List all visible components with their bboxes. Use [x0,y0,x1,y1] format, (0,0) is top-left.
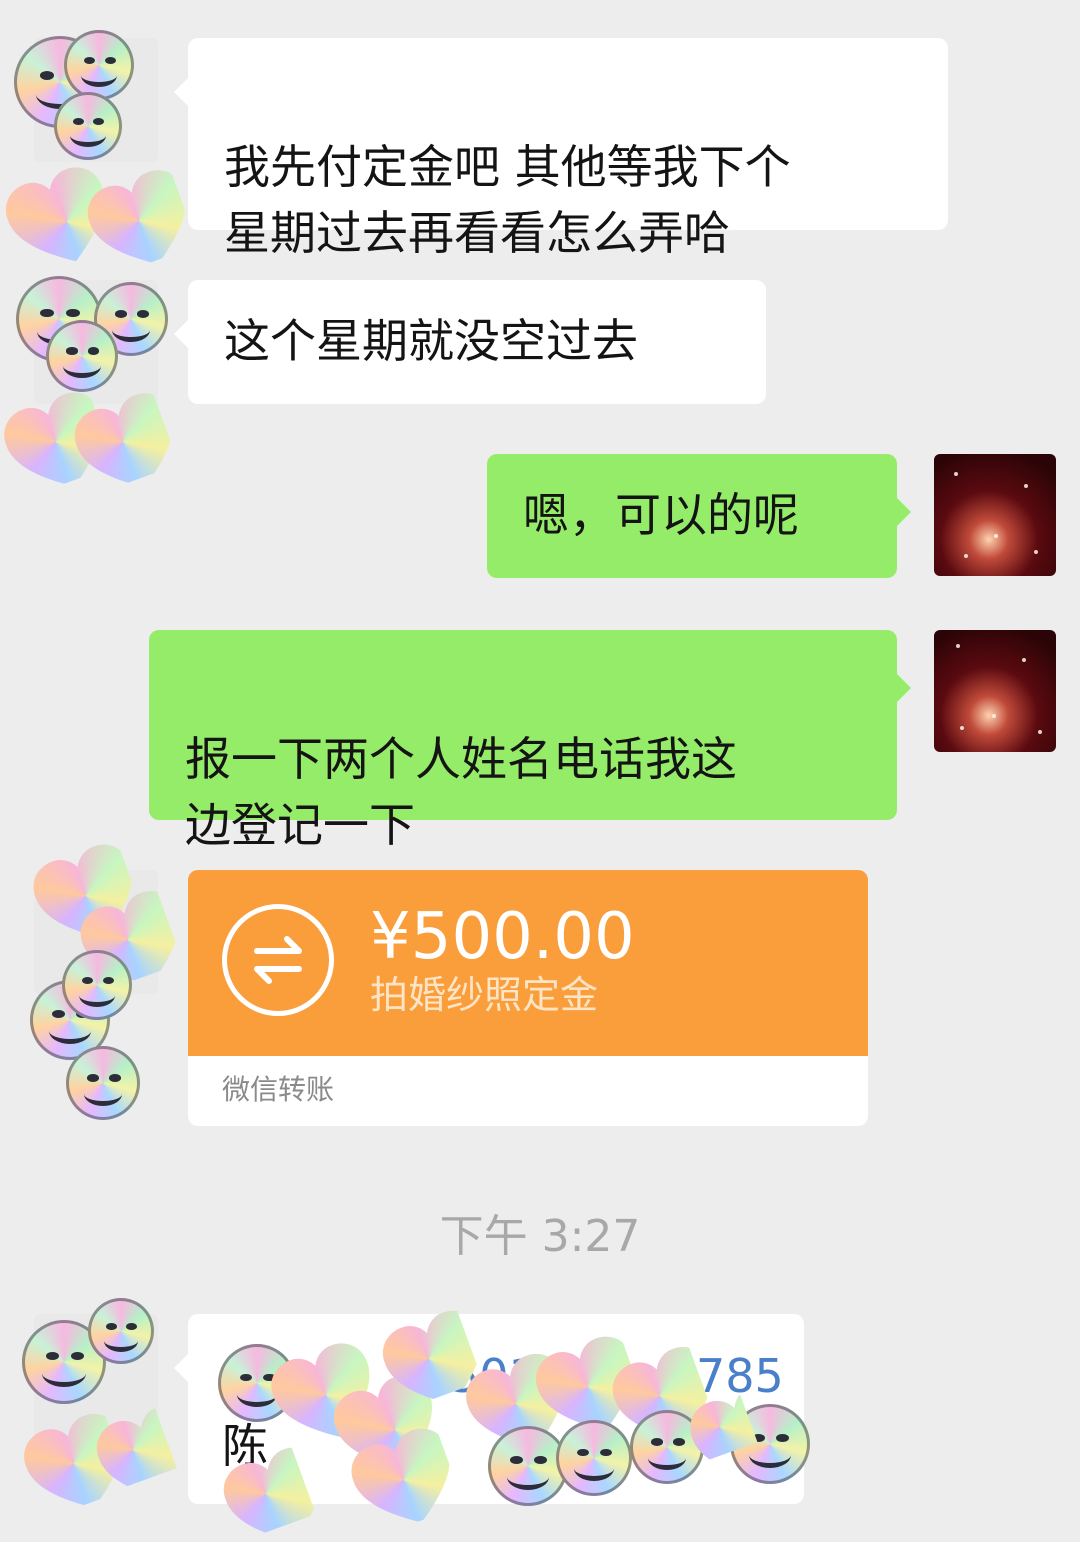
transfer-source-label: 微信转账 [222,1073,335,1106]
smiley-sticker [66,1046,140,1120]
smiley-sticker [64,30,134,100]
message-text: 嗯，可以的呢 [523,488,799,542]
message-bubble-incoming[interactable]: 这个星期就没空过去 [174,280,766,404]
message-timestamp: 下午 3:27 [439,1211,641,1262]
message-text: 报一下两个人姓名电话我这 边登记一下 [185,732,737,852]
transfer-amount: ¥500.00 [370,900,635,974]
smiley-sticker [88,1298,154,1364]
smiley-sticker [62,950,132,1020]
transfer-arrows-icon [222,904,334,1016]
message-bubble-incoming[interactable]: 我先付定金吧 其他等我下个 星期过去再看看怎么弄哈 [174,38,948,260]
smiley-sticker [556,1420,632,1496]
message-text: 这个星期就没空过去 [224,314,638,368]
transfer-card-header: ¥500.00 拍婚纱照定金 [188,870,868,1056]
smiley-sticker [46,320,118,392]
message-bubble-outgoing[interactable]: 嗯，可以的呢 [487,454,911,578]
transfer-note: 拍婚纱照定金 [370,973,599,1017]
wechat-transfer-card[interactable]: ¥500.00 拍婚纱照定金 微信转账 [188,870,868,1126]
smiley-sticker [54,92,122,160]
my-avatar[interactable] [934,630,1056,752]
my-avatar[interactable] [934,454,1056,576]
message-bubble-outgoing[interactable]: 报一下两个人姓名电话我这 边登记一下 [149,630,911,852]
message-text: 我先付定金吧 其他等我下个 星期过去再看看怎么弄哈 [224,140,791,260]
